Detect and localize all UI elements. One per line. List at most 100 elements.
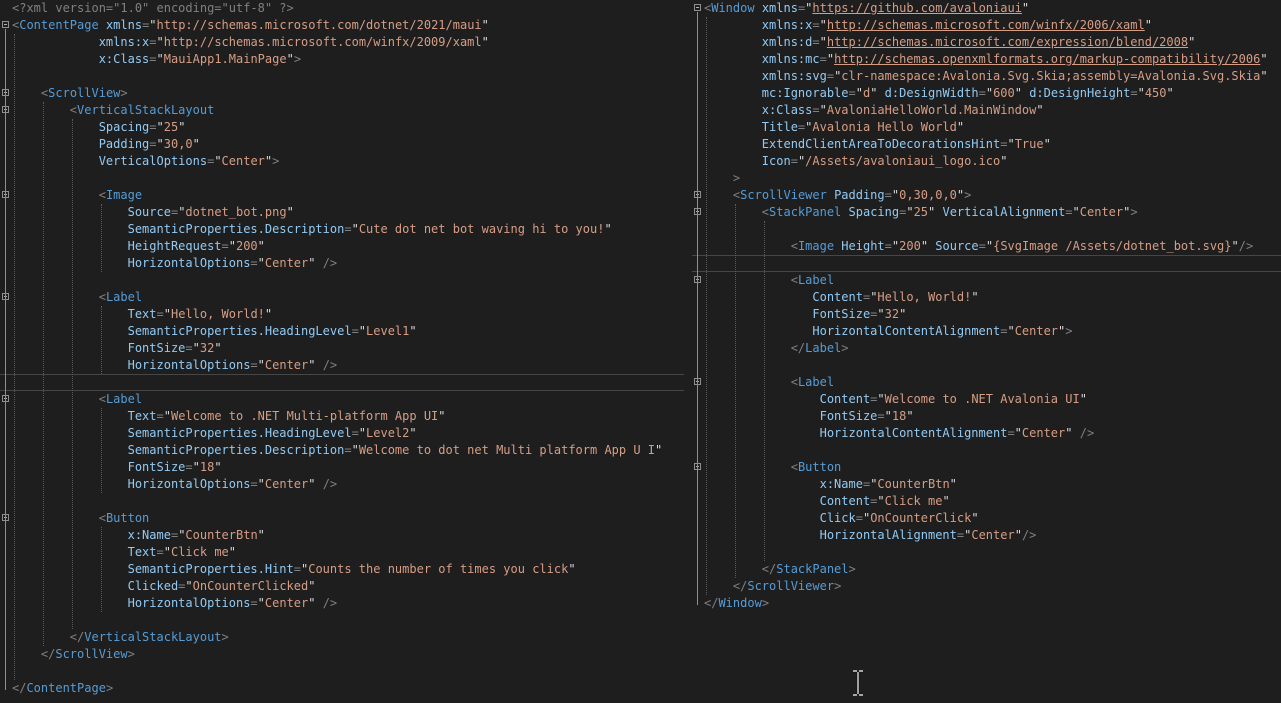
code-line[interactable]: Source="dotnet_bot.png" (0, 204, 684, 221)
indent-guide (706, 17, 707, 595)
left-editor-pane[interactable]: <?xml version="1.0" encoding="utf-8" ?> <… (0, 0, 684, 703)
code-line[interactable]: Icon="/Assets/avaloniaui_logo.ico" (692, 153, 1281, 170)
code-line[interactable]: FontSize="18" (692, 408, 1281, 425)
code-line[interactable]: SemanticProperties.HeadingLevel="Level1" (0, 323, 684, 340)
code-line[interactable]: xmlns:mc="http://schemas.openxmlformats.… (692, 51, 1281, 68)
code-line[interactable]: HorizontalOptions="Center" /> (0, 476, 684, 493)
code-line[interactable]: FontSize="32" (0, 340, 684, 357)
code-line[interactable] (0, 374, 684, 391)
code-line[interactable]: xmlns:d="http://schemas.microsoft.com/ex… (692, 34, 1281, 51)
code-line[interactable] (0, 68, 684, 85)
code-line-text: </Window> (704, 596, 770, 610)
code-line[interactable] (692, 544, 1281, 561)
code-line[interactable]: Text="Hello, World!" (0, 306, 684, 323)
code-line[interactable] (692, 357, 1281, 374)
code-line[interactable]: ExtendClientAreaToDecorationsHint="True" (692, 136, 1281, 153)
right-code-area[interactable]: <Window xmlns="https://github.com/avalon… (692, 0, 1281, 703)
code-line[interactable]: FontSize="18" (0, 459, 684, 476)
collapse-icon[interactable] (2, 21, 9, 28)
code-line[interactable]: <Image Height="200" Source="{SvgImage /A… (692, 238, 1281, 255)
code-line[interactable]: Content="Click me" (692, 493, 1281, 510)
code-line-text: <Label (98, 290, 143, 304)
code-line[interactable] (0, 493, 684, 510)
code-line[interactable]: Text="Click me" (0, 544, 684, 561)
code-line[interactable]: <VerticalStackLayout (0, 102, 684, 119)
code-line[interactable]: HorizontalOptions="Center" /> (0, 595, 684, 612)
code-line[interactable]: xmlns:x="http://schemas.microsoft.com/wi… (692, 17, 1281, 34)
code-line[interactable]: <ContentPage xmlns="http://schemas.micro… (0, 17, 684, 34)
code-line-text: Content="Welcome to .NET Avalonia UI" (819, 392, 1087, 406)
code-line-text: Clicked="OnCounterClicked" (127, 579, 316, 593)
code-line[interactable]: Click="OnCounterClick" (692, 510, 1281, 527)
code-line[interactable]: <StackPanel Spacing="25" VerticalAlignme… (692, 204, 1281, 221)
code-line-text: <Image Height="200" Source="{SvgImage /A… (790, 239, 1254, 253)
code-line[interactable]: <Label (692, 272, 1281, 289)
code-line[interactable]: <Label (0, 289, 684, 306)
code-line[interactable]: </ScrollView> (0, 646, 684, 663)
code-line[interactable]: SemanticProperties.HeadingLevel="Level2" (0, 425, 684, 442)
code-line[interactable] (0, 612, 684, 629)
code-line[interactable]: <Label (0, 391, 684, 408)
code-line[interactable]: Text="Welcome to .NET Multi-platform App… (0, 408, 684, 425)
code-line[interactable]: HorizontalOptions="Center" /> (0, 255, 684, 272)
code-line[interactable]: Content="Hello, World!" (692, 289, 1281, 306)
code-line-text: Source="dotnet_bot.png" (127, 205, 294, 219)
code-line[interactable]: <Image (0, 187, 684, 204)
code-line-text: xmlns:x="http://schemas.microsoft.com/wi… (761, 18, 1152, 32)
code-line[interactable]: mc:Ignorable="d" d:DesignWidth="600" d:D… (692, 85, 1281, 102)
code-line[interactable]: <Button (0, 510, 684, 527)
code-line[interactable] (692, 221, 1281, 238)
code-line[interactable]: <?xml version="1.0" encoding="utf-8" ?> (0, 0, 684, 17)
code-line[interactable]: HorizontalAlignment="Center"/> (692, 527, 1281, 544)
code-line[interactable]: x:Class="MauiApp1.MainPage"> (0, 51, 684, 68)
code-line[interactable]: HeightRequest="200" (0, 238, 684, 255)
code-line[interactable]: SemanticProperties.Description="Cute dot… (0, 221, 684, 238)
code-line[interactable]: x:Name="CounterBtn" (0, 527, 684, 544)
code-line[interactable]: SemanticProperties.Description="Welcome … (0, 442, 684, 459)
code-line[interactable]: FontSize="32" (692, 306, 1281, 323)
left-code-area[interactable]: <?xml version="1.0" encoding="utf-8" ?> <… (0, 0, 684, 703)
code-line[interactable]: Content="Welcome to .NET Avalonia UI" (692, 391, 1281, 408)
code-line[interactable] (0, 663, 684, 680)
code-line[interactable]: HorizontalContentAlignment="Center"> (692, 323, 1281, 340)
indent-guide (763, 221, 765, 561)
code-line[interactable] (0, 170, 684, 187)
code-line[interactable] (692, 442, 1281, 459)
code-line[interactable]: HorizontalOptions="Center" /> (0, 357, 684, 374)
code-line[interactable]: Spacing="25" (0, 119, 684, 136)
right-editor-pane[interactable]: <Window xmlns="https://github.com/avalon… (692, 0, 1281, 703)
code-line[interactable]: > (692, 170, 1281, 187)
code-line[interactable]: SemanticProperties.Hint="Counts the numb… (0, 561, 684, 578)
code-line-text: Title="Avalonia Hello World" (761, 120, 965, 134)
code-line[interactable]: </Label> (692, 340, 1281, 357)
code-line[interactable]: </Window> (692, 595, 1281, 612)
code-line-text: Click="OnCounterClick" (819, 511, 979, 525)
code-line[interactable]: </ScrollViewer> (692, 578, 1281, 595)
code-line[interactable]: xmlns:svg="clr-namespace:Avalonia.Svg.Sk… (692, 68, 1281, 85)
code-line[interactable]: <ScrollView> (0, 85, 684, 102)
text-cursor-icon (853, 670, 863, 696)
code-line[interactable] (0, 272, 684, 289)
code-line[interactable]: <Label (692, 374, 1281, 391)
code-line[interactable]: </VerticalStackLayout> (0, 629, 684, 646)
code-line-text: HorizontalOptions="Center" /> (127, 477, 338, 491)
code-line[interactable] (692, 255, 1281, 272)
code-line[interactable]: <Button (692, 459, 1281, 476)
code-line[interactable]: Clicked="OnCounterClicked" (0, 578, 684, 595)
code-line[interactable]: x:Class="AvaloniaHelloWorld.MainWindow" (692, 102, 1281, 119)
code-line[interactable]: </ContentPage> (0, 680, 684, 697)
code-line[interactable]: x:Name="CounterBtn" (692, 476, 1281, 493)
code-line[interactable]: <ScrollViewer Padding="0,30,0,0"> (692, 187, 1281, 204)
code-line[interactable]: <Window xmlns="https://github.com/avalon… (692, 0, 1281, 17)
code-line[interactable]: Title="Avalonia Hello World" (692, 119, 1281, 136)
collapse-icon[interactable] (694, 4, 701, 11)
code-line[interactable]: HorizontalContentAlignment="Center" /> (692, 425, 1281, 442)
code-line-text: HorizontalOptions="Center" /> (127, 256, 338, 270)
editor-splitter[interactable] (684, 0, 692, 703)
code-line[interactable]: </StackPanel> (692, 561, 1281, 578)
editor-screen: <?xml version="1.0" encoding="utf-8" ?> <… (0, 0, 1281, 703)
code-line[interactable]: VerticalOptions="Center"> (0, 153, 684, 170)
code-line[interactable]: Padding="30,0" (0, 136, 684, 153)
indent-guide (100, 306, 102, 374)
code-line[interactable]: xmlns:x="http://schemas.microsoft.com/wi… (0, 34, 684, 51)
